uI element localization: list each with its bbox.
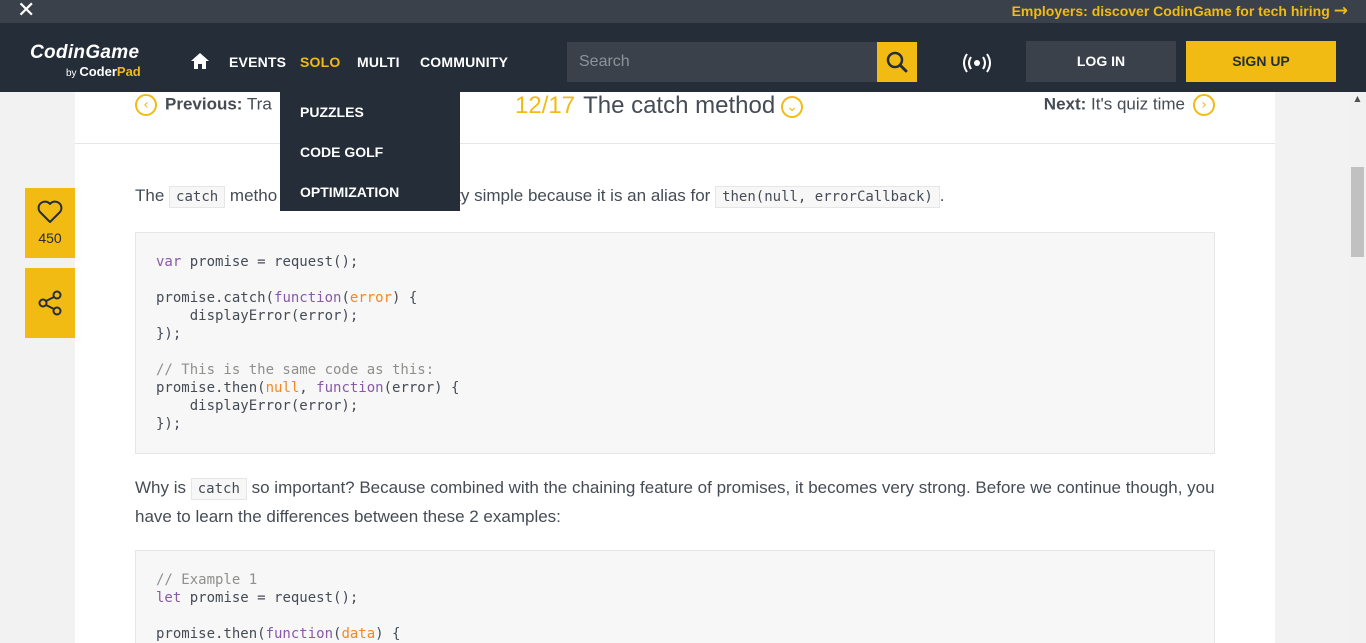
promo-bar: ✕ Employers: discover CodinGame for tech… — [0, 0, 1366, 23]
p1-text-end: . — [939, 186, 945, 205]
nav-community[interactable]: COMMUNITY — [420, 54, 508, 70]
inline-code: catch — [169, 186, 226, 208]
search-input[interactable] — [567, 42, 877, 82]
next-link[interactable]: Next: It's quiz time › — [1044, 94, 1215, 116]
broadcast-icon[interactable] — [961, 53, 993, 73]
previous-link[interactable]: ‹ Previous: Tra — [135, 94, 272, 116]
chevron-right-icon: › — [1193, 94, 1215, 116]
lesson-title[interactable]: 12/17 The catch method ⌄ — [515, 92, 804, 120]
like-button[interactable]: 450 — [25, 188, 75, 258]
nav-multi[interactable]: MULTI — [357, 54, 400, 70]
code-block-2-content: // Example 1 let promise = request(); pr… — [156, 572, 401, 642]
solo-dropdown-menu: PUZZLES CODE GOLF OPTIMIZATION — [280, 92, 460, 211]
chevron-down-icon[interactable]: ⌄ — [781, 95, 804, 118]
logo-main-text: CodinGame — [30, 42, 140, 63]
previous-label: Previous: — [165, 94, 243, 114]
p1-text-before: The — [135, 186, 165, 205]
p1-text-after: ty simple because it is an alias for — [456, 186, 711, 205]
chevron-left-icon: ‹ — [135, 94, 157, 116]
main-nav: CodinGame by CoderPad EVENTS SOLO MULTI … — [0, 23, 1366, 92]
p1-text-mid: metho — [229, 186, 278, 205]
codingame-logo[interactable]: CodinGame by CoderPad — [30, 42, 141, 79]
search-button[interactable] — [877, 42, 917, 82]
step-counter: 12/17 — [515, 92, 576, 119]
logo-by: by — [66, 68, 77, 79]
p2-text-after: so important? Because combined with the … — [135, 478, 1215, 526]
arrow-right-icon: → — [1333, 1, 1348, 21]
logo-pad: Pad — [116, 64, 141, 79]
nav-solo[interactable]: SOLO — [300, 54, 340, 70]
p2-text-before: Why is — [135, 478, 186, 497]
next-title: It's quiz time — [1091, 94, 1185, 114]
share-icon — [38, 290, 62, 316]
home-icon[interactable] — [190, 51, 210, 71]
lesson-card: ‹ Previous: Tra 12/17 The catch method ⌄ Ne… — [75, 92, 1275, 643]
logo-sub: by CoderPad — [66, 64, 141, 79]
heart-icon — [37, 200, 63, 223]
menu-item-code-golf[interactable]: CODE GOLF — [300, 144, 383, 160]
previous-title: Tra — [246, 94, 272, 114]
login-button[interactable]: LOG IN — [1026, 41, 1176, 82]
code-block-2: // Example 1 let promise = request(); pr… — [135, 550, 1215, 643]
employers-link[interactable]: Employers: discover CodinGame for tech h… — [1012, 2, 1348, 20]
page-scrollbar[interactable]: ▲ — [1349, 92, 1366, 643]
scroll-thumb[interactable] — [1351, 167, 1364, 257]
signup-button[interactable]: SIGN UP — [1186, 41, 1336, 82]
like-count: 450 — [38, 230, 62, 246]
logo-coder: Coder — [79, 64, 117, 79]
code-block-1: var promise = request(); promise.catch(f… — [135, 232, 1215, 454]
scroll-up-icon[interactable]: ▲ — [1349, 94, 1366, 106]
code-block-1-content: var promise = request(); promise.catch(f… — [156, 254, 460, 432]
share-button[interactable] — [25, 268, 75, 338]
search-icon — [886, 51, 908, 73]
nav-events[interactable]: EVENTS — [229, 54, 286, 70]
lesson-title-text: The catch method — [583, 92, 776, 119]
close-icon[interactable]: ✕ — [17, 0, 37, 22]
lesson-header: ‹ Previous: Tra 12/17 The catch method ⌄ Ne… — [75, 92, 1275, 144]
next-label: Next: — [1043, 94, 1087, 114]
inline-code: then(null, errorCallback) — [715, 186, 940, 208]
employers-link-text: Employers: discover CodinGame for tech h… — [1011, 3, 1330, 19]
inline-code: catch — [190, 478, 247, 500]
menu-item-optimization[interactable]: OPTIMIZATION — [300, 184, 399, 200]
menu-item-puzzles[interactable]: PUZZLES — [300, 104, 364, 120]
paragraph-2: Why is catch so important? Because combi… — [135, 474, 1215, 531]
